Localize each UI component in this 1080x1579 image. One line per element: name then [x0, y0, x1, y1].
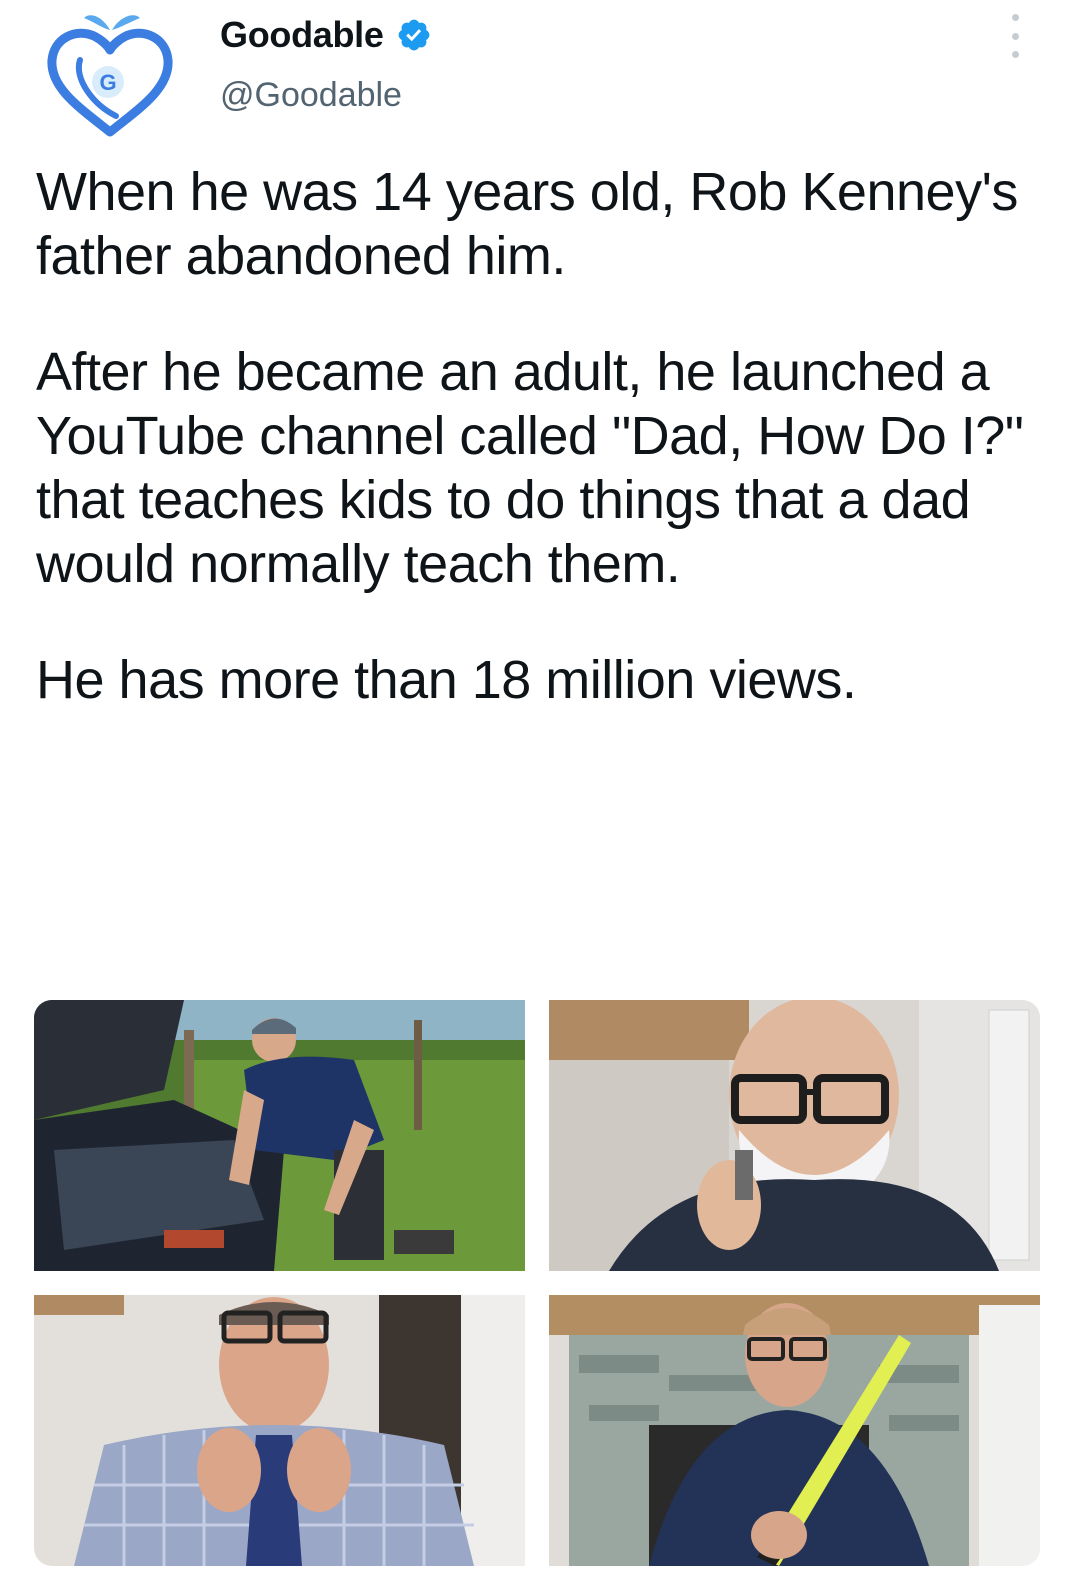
tweet-paragraph: When he was 14 years old, Rob Kenney's f… — [36, 162, 1018, 286]
verified-badge-icon — [396, 17, 432, 53]
more-options-button[interactable] — [1000, 14, 1030, 58]
more-options-dot — [1011, 51, 1019, 58]
media-image-tie-tying[interactable] — [34, 1295, 525, 1566]
car-repair-photo — [34, 1000, 525, 1271]
media-grid — [34, 1000, 1040, 1566]
media-image-car-repair[interactable] — [34, 1000, 525, 1271]
display-name-row: Goodable — [220, 14, 432, 56]
flashlight-photo — [549, 1295, 1040, 1566]
handle[interactable]: @Goodable — [220, 76, 402, 115]
shaving-photo — [549, 1000, 1040, 1271]
tweet: G Goodable @Goodable When he was 14 year… — [0, 0, 1080, 1579]
avatar[interactable]: G — [40, 8, 180, 138]
tweet-paragraph: After he became an adult, he launched a … — [36, 342, 1024, 594]
more-options-dot — [1011, 32, 1019, 40]
tweet-paragraph: He has more than 18 million views. — [36, 650, 857, 710]
tie-tying-photo — [34, 1295, 525, 1566]
tweet-text: When he was 14 years old, Rob Kenney's f… — [36, 160, 1046, 712]
media-image-flashlight[interactable] — [549, 1295, 1040, 1566]
display-name[interactable]: Goodable — [220, 14, 384, 56]
svg-text:G: G — [99, 70, 116, 95]
media-image-shaving[interactable] — [549, 1000, 1040, 1271]
goodable-logo-icon: G — [47, 15, 173, 137]
more-options-icon — [1011, 14, 1019, 21]
